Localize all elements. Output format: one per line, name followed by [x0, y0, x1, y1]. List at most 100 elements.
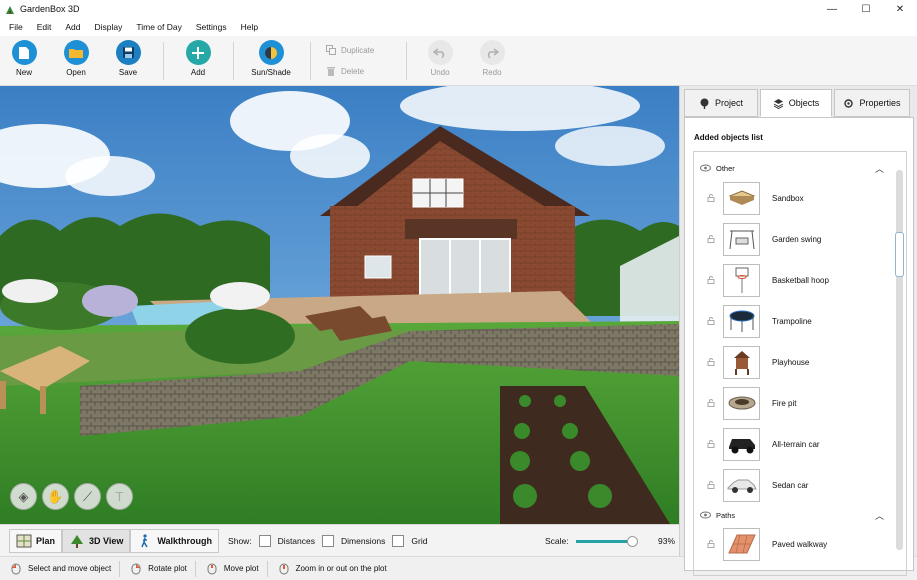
floppy-disk-icon — [115, 40, 141, 65]
plan-label: Plan — [36, 535, 56, 546]
menu-add[interactable]: Add — [58, 22, 87, 32]
sun-shade-button[interactable]: Sun/Shade — [247, 40, 295, 77]
menu-file[interactable]: File — [2, 22, 30, 32]
map-icon — [16, 534, 32, 547]
lock-icon[interactable] — [707, 276, 715, 284]
layers-icon[interactable]: ◈ — [10, 483, 37, 510]
distances-label: Distances — [277, 535, 315, 546]
lock-icon[interactable] — [707, 317, 715, 325]
playhouse-thumbnail — [723, 345, 760, 379]
group-header-other[interactable]: Other ︿ — [694, 160, 890, 176]
toolbar-separator — [310, 42, 311, 80]
maximize-button[interactable]: ☐ — [849, 0, 883, 18]
tab-objects[interactable]: Objects — [760, 89, 832, 117]
list-item[interactable]: Trampoline — [694, 303, 890, 339]
undo-icon — [427, 40, 453, 65]
mouse-left-icon — [11, 563, 21, 574]
redo-button[interactable]: Redo — [468, 40, 516, 77]
all-terrain-car-thumbnail — [723, 427, 760, 461]
sun-shade-icon — [258, 40, 284, 65]
grid-checkbox[interactable]: Grid — [392, 534, 427, 547]
menu-settings[interactable]: Settings — [189, 22, 234, 32]
trash-icon — [327, 67, 335, 76]
duplicate-icon — [326, 45, 336, 55]
duplicate-button[interactable]: Duplicate — [326, 45, 374, 55]
hint-move-text: Move plot — [223, 564, 259, 573]
lock-icon[interactable] — [707, 399, 715, 407]
group-header-paths[interactable]: Paths ︿ — [694, 507, 890, 523]
object-name: Sedan car — [772, 480, 809, 490]
menu-time-of-day[interactable]: Time of Day — [129, 22, 189, 32]
scrollbar-thumb[interactable] — [895, 232, 904, 277]
group-name: Paths — [716, 510, 736, 520]
checkbox-box[interactable] — [392, 534, 405, 547]
lock-icon[interactable] — [707, 440, 715, 448]
list-item[interactable]: All-terrain car — [694, 426, 890, 462]
lock-icon[interactable] — [707, 481, 715, 489]
scale-label: Scale: — [545, 535, 569, 546]
objects-list-title: Added objects list — [694, 133, 763, 142]
layers-icon — [773, 98, 783, 109]
tab-walkthrough[interactable]: Walkthrough — [130, 528, 220, 553]
panel-tabs: Project Objects Properties — [684, 89, 910, 117]
scale-slider-thumb[interactable] — [626, 536, 638, 547]
hint-zoom: Zoom in or out on the plot — [278, 561, 395, 577]
lock-icon[interactable] — [707, 194, 715, 202]
checkbox-box[interactable] — [258, 534, 271, 547]
toolbar-separator — [406, 42, 407, 80]
menu-display[interactable]: Display — [87, 22, 129, 32]
lock-icon[interactable] — [707, 235, 715, 243]
undo-label: Undo — [430, 68, 450, 77]
hint-move: Move plot — [206, 560, 268, 577]
list-scrollbar[interactable] — [895, 170, 904, 550]
add-button[interactable]: Add — [174, 40, 222, 77]
tab-properties-label: Properties — [859, 98, 901, 108]
scale-slider[interactable] — [576, 536, 638, 547]
new-file-icon — [11, 40, 37, 65]
chevron-up-icon[interactable]: ︿ — [875, 509, 884, 522]
duplicate-label: Duplicate — [341, 45, 375, 55]
dimensions-checkbox[interactable]: Dimensions — [322, 534, 386, 547]
new-button[interactable]: New — [0, 40, 48, 77]
tab-3d-view[interactable]: 3D View — [62, 528, 131, 553]
hand-icon[interactable]: ✋ — [42, 483, 69, 510]
checkbox-box[interactable] — [322, 534, 334, 547]
objects-panel: Added objects list Other ︿ Sandbox Garde… — [684, 117, 914, 576]
ruler-icon[interactable]: ⟋ — [74, 483, 101, 510]
tab-properties[interactable]: Properties — [834, 89, 910, 117]
eye-icon[interactable] — [700, 511, 711, 519]
object-name: All-terrain car — [772, 439, 820, 449]
lock-icon[interactable] — [707, 358, 715, 366]
dimensions-label: Dimensions — [341, 535, 386, 546]
minimize-button[interactable]: — — [815, 0, 849, 18]
lock-icon[interactable] — [707, 540, 715, 548]
list-item[interactable]: Paved walkway — [694, 526, 890, 562]
list-item[interactable]: Sedan car — [694, 467, 890, 503]
menu-bar: File Edit Add Display Time of Day Settin… — [0, 18, 917, 36]
distances-checkbox[interactable]: Distances — [258, 534, 315, 547]
menu-help[interactable]: Help — [234, 22, 265, 32]
eye-icon[interactable] — [700, 164, 711, 172]
object-name: Sandbox — [772, 193, 804, 203]
list-item[interactable]: Playhouse — [694, 344, 890, 380]
list-item[interactable]: Garden swing — [694, 221, 890, 257]
text-icon[interactable]: T — [106, 483, 133, 510]
show-label: Show: — [228, 535, 252, 546]
list-item[interactable]: Sandbox — [694, 180, 890, 216]
sun-shade-label: Sun/Shade — [251, 68, 291, 77]
tab-plan[interactable]: Plan — [9, 528, 63, 553]
close-button[interactable]: ✕ — [883, 0, 917, 18]
list-item[interactable]: Basketball hoop — [694, 262, 890, 298]
save-button[interactable]: Save — [104, 40, 152, 77]
hint-select-text: Select and move object — [28, 564, 112, 573]
menu-edit[interactable]: Edit — [30, 22, 59, 32]
delete-button[interactable]: Delete — [326, 66, 364, 76]
walking-person-icon — [141, 533, 149, 547]
3d-viewport[interactable]: ◈ ✋ ⟋ T — [0, 86, 679, 524]
chevron-up-icon[interactable]: ︿ — [875, 162, 884, 175]
list-item[interactable]: Fire pit — [694, 385, 890, 421]
tab-project[interactable]: Project — [684, 89, 758, 117]
undo-button[interactable]: Undo — [416, 40, 464, 77]
open-button[interactable]: Open — [52, 40, 100, 77]
toolbar-separator — [233, 42, 234, 80]
